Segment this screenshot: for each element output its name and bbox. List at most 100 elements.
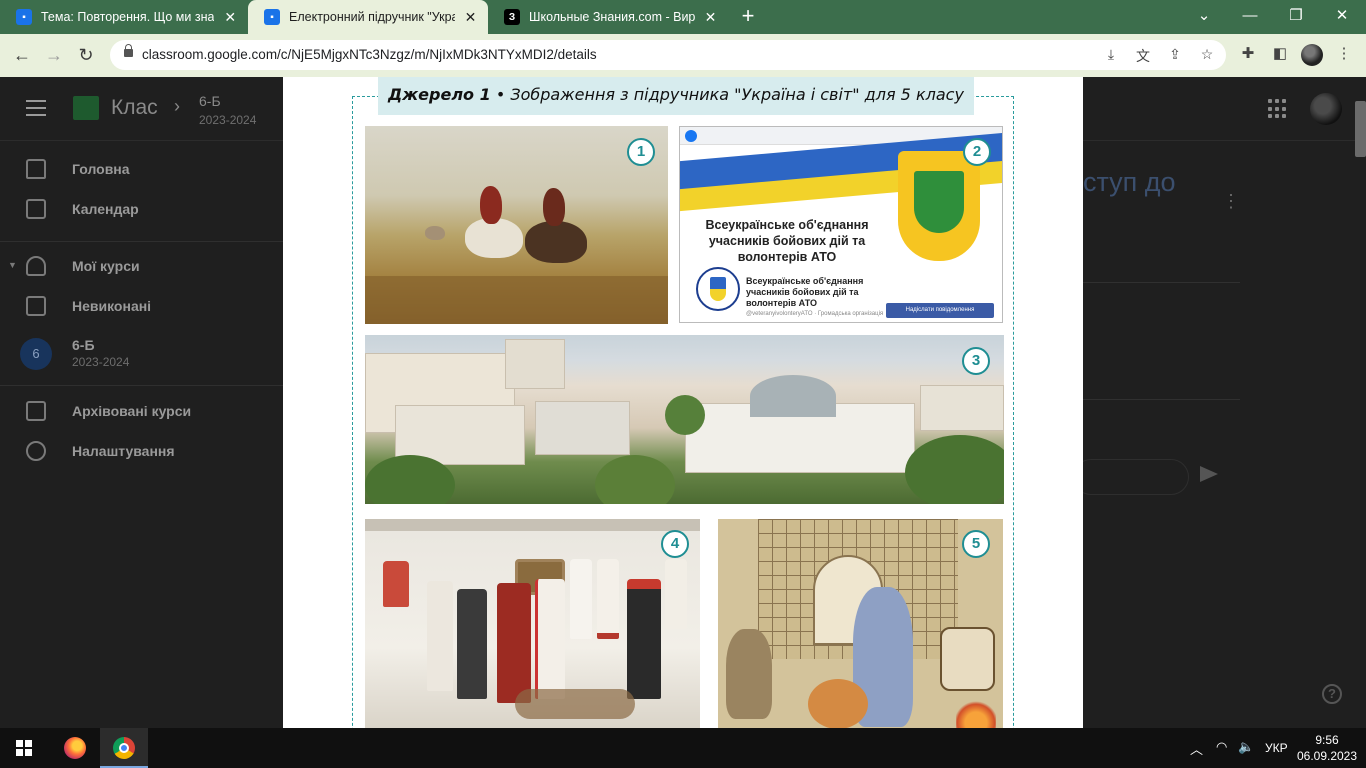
photo-medieval-miniature: 5 bbox=[718, 519, 1003, 728]
close-icon[interactable]: ✕ bbox=[463, 9, 478, 26]
side-panel-icon[interactable]: ◧ bbox=[1269, 44, 1291, 66]
sidebar-item-label: Налаштування bbox=[72, 443, 175, 459]
lock-icon[interactable] bbox=[124, 44, 133, 60]
photo-museum-clothing: 4 bbox=[365, 519, 700, 728]
divider bbox=[1083, 282, 1240, 283]
menu-kebab-icon[interactable]: ⋮ bbox=[1333, 44, 1355, 66]
calendar-icon bbox=[26, 199, 46, 219]
divider bbox=[0, 385, 283, 386]
znania-icon: З bbox=[504, 9, 520, 25]
bookmark-star-icon[interactable]: ☆ bbox=[1198, 46, 1216, 64]
app-title[interactable]: Клас bbox=[111, 96, 158, 120]
archive-icon bbox=[26, 401, 46, 421]
sidebar-item-archived[interactable]: Архівовані курси bbox=[0, 391, 283, 431]
organization-logo bbox=[696, 267, 740, 311]
sidebar-item-label: 6-Б bbox=[72, 337, 95, 353]
facebook-icon bbox=[685, 130, 697, 142]
sidebar-item-course-6b[interactable]: 6 6-Б 2023-2024 bbox=[0, 331, 283, 379]
fire bbox=[956, 699, 996, 728]
sidebar-item-home[interactable]: Головна bbox=[0, 149, 283, 189]
classroom-icon: ▪ bbox=[16, 9, 32, 25]
main-menu-icon[interactable] bbox=[26, 100, 46, 121]
classroom-logo bbox=[73, 96, 99, 120]
source-caption: • Зображення з підручника "Україна і сві… bbox=[490, 85, 964, 104]
source-title: Джерело 1 • Зображення з підручника "Укр… bbox=[378, 77, 974, 115]
document-page: Джерело 1 • Зображення з підручника "Укр… bbox=[283, 77, 1083, 728]
close-icon[interactable]: ✕ bbox=[703, 9, 718, 26]
tab-title: Електронний підручник "Україн bbox=[289, 10, 456, 24]
sidebar-item-label: Мої курси bbox=[72, 258, 140, 274]
help-icon[interactable]: ? bbox=[1322, 684, 1342, 704]
coat-of-arms bbox=[898, 151, 980, 261]
tab-classroom-topic[interactable]: ▪ Тема: Повторення. Що ми знаєм ✕ bbox=[0, 0, 248, 34]
minimize-button[interactable]: — bbox=[1227, 0, 1273, 30]
close-icon[interactable]: ✕ bbox=[222, 9, 238, 26]
source-label: Джерело 1 bbox=[388, 85, 491, 104]
share-icon[interactable]: ⇪ bbox=[1166, 46, 1184, 64]
address-bar[interactable]: classroom.google.com/c/NjE5MjgxNTc3Nzgz/… bbox=[110, 40, 1226, 70]
show-hidden-icons-icon[interactable]: ︿ bbox=[1190, 739, 1203, 758]
tab-title: Школьные Знания.com - Вирішу bbox=[529, 10, 696, 24]
clock-time: 9:56 bbox=[1315, 733, 1339, 747]
system-clock[interactable]: 9:56 06.09.2023 bbox=[1296, 732, 1358, 764]
fb-page-name: Всеукраїнське об'єднання учасників бойов… bbox=[746, 276, 864, 308]
language-indicator[interactable]: УКР bbox=[1265, 741, 1288, 755]
sidebar-item-my-courses[interactable]: ▼ Мої курси bbox=[0, 246, 283, 286]
photo-number-badge: 3 bbox=[962, 347, 990, 375]
school-icon bbox=[26, 256, 46, 276]
taskbar-firefox[interactable] bbox=[50, 728, 98, 768]
gear-icon bbox=[26, 441, 46, 461]
tab-textbook[interactable]: ▪ Електронний підручник "Україн ✕ bbox=[248, 0, 488, 34]
photo-painting-riders: 1 bbox=[365, 126, 668, 324]
home-icon bbox=[26, 159, 46, 179]
taskbar-chrome[interactable] bbox=[100, 728, 148, 768]
tab-search-icon[interactable]: ⌄ bbox=[1181, 0, 1227, 30]
volume-icon[interactable]: 🔈 bbox=[1238, 739, 1254, 755]
fb-cover-title: Всеукраїнське об'єднання учасників бойов… bbox=[705, 218, 869, 264]
profile-avatar[interactable] bbox=[1301, 44, 1323, 66]
classroom-icon: ▪ bbox=[264, 9, 280, 25]
comment-input[interactable] bbox=[1073, 459, 1189, 495]
translate-icon[interactable]: 文 bbox=[1134, 46, 1152, 64]
more-vert-icon[interactable]: ⋮ bbox=[1222, 191, 1240, 212]
chevron-right-icon: › bbox=[174, 96, 180, 116]
sidebar-item-label: Головна bbox=[72, 161, 130, 177]
url-text: classroom.google.com/c/NjE5MjgxNTc3Nzgz/… bbox=[142, 47, 597, 62]
sidebar-item-label: Календар bbox=[72, 201, 139, 217]
restore-button[interactable]: ❐ bbox=[1273, 0, 1319, 30]
windows-start-icon[interactable] bbox=[16, 740, 32, 756]
chrome-icon bbox=[113, 737, 135, 759]
fb-page-handle: @veteranyivolonteryATO · Громадська орга… bbox=[746, 311, 884, 317]
checklist-icon bbox=[26, 296, 46, 316]
google-apps-icon[interactable] bbox=[1268, 99, 1288, 119]
photo-number-badge: 5 bbox=[962, 530, 990, 558]
reload-icon[interactable]: ↻ bbox=[74, 44, 98, 68]
course-badge: 6 bbox=[20, 338, 52, 370]
expand-arrow-icon[interactable]: ▼ bbox=[8, 260, 17, 270]
send-icon[interactable] bbox=[1200, 466, 1218, 482]
account-avatar[interactable] bbox=[1310, 93, 1342, 125]
new-tab-button[interactable]: + bbox=[736, 5, 760, 29]
tab-znania[interactable]: З Школьные Знания.com - Вирішу ✕ bbox=[488, 0, 728, 34]
tab-title: Тема: Повторення. Що ми знаєм bbox=[41, 10, 215, 24]
sidebar-item-todo[interactable]: Невиконані bbox=[0, 286, 283, 326]
scrollbar-thumb[interactable] bbox=[1355, 101, 1366, 157]
firefox-icon bbox=[64, 737, 86, 759]
breadcrumb-course[interactable]: 6-Б bbox=[199, 93, 221, 109]
extensions-icon[interactable]: ✚ bbox=[1237, 44, 1259, 66]
install-icon[interactable]: ⤓ bbox=[1102, 46, 1120, 64]
network-icon[interactable]: ◠ bbox=[1216, 739, 1227, 755]
material-heading: ступ до bbox=[1083, 167, 1176, 197]
photo-facebook-page: Всеукраїнське об'єднання учасників бойов… bbox=[679, 126, 1003, 323]
divider bbox=[1083, 399, 1240, 400]
sidebar-item-label: Невиконані bbox=[72, 298, 152, 314]
breadcrumb-year: 2023-2024 bbox=[199, 113, 257, 127]
back-icon[interactable]: ← bbox=[10, 44, 34, 68]
taskbar: ︿ ◠ 🔈 УКР 9:56 06.09.2023 bbox=[0, 728, 1366, 768]
background-content: ступ до ⋮ ? bbox=[1073, 141, 1366, 728]
sidebar-item-calendar[interactable]: Календар bbox=[0, 189, 283, 229]
browser-tab-strip: ▪ Тема: Повторення. Що ми знаєм ✕ ▪ Елек… bbox=[0, 0, 1366, 34]
sidebar-item-settings[interactable]: Налаштування bbox=[0, 431, 283, 471]
forward-icon[interactable]: → bbox=[42, 44, 66, 68]
close-window-button[interactable]: ✕ bbox=[1319, 0, 1365, 30]
